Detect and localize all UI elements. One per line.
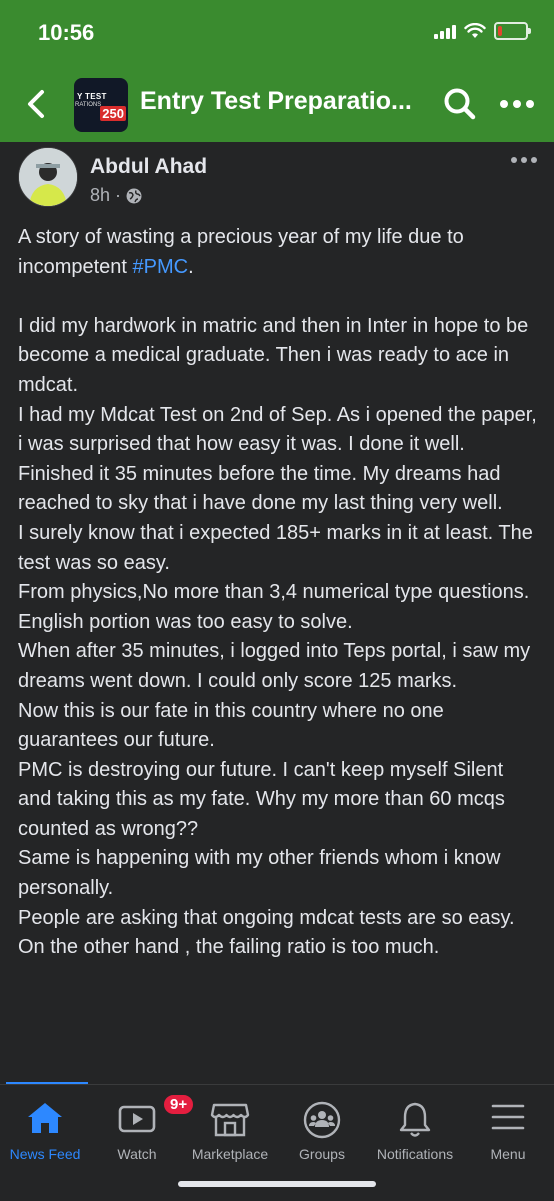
tab-notifications[interactable]: Notifications [368, 1085, 462, 1171]
tab-label: Notifications [376, 1146, 454, 1162]
tab-marketplace[interactable]: Marketplace [184, 1085, 276, 1171]
home-icon [28, 1103, 62, 1133]
tab-label: Watch [117, 1146, 157, 1162]
group-navbar: Y TEST RATIONS 250 Entry Test Preparatio… [0, 70, 554, 136]
marketplace-icon [210, 1103, 250, 1137]
meta-separator: · [115, 185, 122, 205]
signal-icon [434, 23, 456, 39]
post-body: A story of wasting a precious year of my… [18, 223, 540, 963]
post-meta: 8h · [90, 185, 142, 206]
tab-label: News Feed [9, 1146, 81, 1162]
status-icons [434, 22, 531, 40]
thumb-subtext: RATIONS [75, 102, 102, 108]
group-title[interactable]: Entry Test Preparatio... [140, 87, 412, 116]
tab-label: Marketplace [191, 1146, 269, 1162]
hashtag-link[interactable]: #PMC [133, 256, 189, 278]
post-paragraph: English portion was too easy to solve. [18, 610, 353, 633]
post-options-icon[interactable] [510, 154, 538, 166]
bell-icon [399, 1102, 431, 1137]
post-paragraph: From physics,No more than 3,4 numerical … [18, 581, 530, 604]
tab-groups[interactable]: Groups [278, 1085, 366, 1171]
tab-watch[interactable]: 9+ Watch [92, 1085, 196, 1171]
paragraph-text: . [188, 255, 194, 278]
search-icon[interactable] [440, 84, 480, 124]
post-author[interactable]: Abdul Ahad [90, 155, 207, 179]
status-time: 10:56 [38, 20, 95, 45]
thumb-number: 250 [100, 106, 126, 121]
thumb-text: Y TEST [77, 92, 107, 101]
watch-icon [118, 1105, 156, 1133]
post-paragraph: Now this is our fate in this country whe… [18, 699, 444, 752]
post-paragraph: People are asking that ongoing mdcat tes… [18, 906, 515, 959]
more-options-icon[interactable] [498, 92, 536, 116]
home-indicator[interactable] [178, 1181, 376, 1187]
paragraph-text: A story of wasting a precious year of my… [18, 226, 464, 278]
tab-news-feed[interactable]: News Feed [0, 1085, 90, 1171]
groups-icon [303, 1101, 341, 1139]
group-thumbnail[interactable]: Y TEST RATIONS 250 [74, 78, 128, 132]
avatar[interactable] [18, 147, 78, 207]
post-time[interactable]: 8h [90, 185, 110, 206]
tab-label: Menu [490, 1146, 526, 1162]
globe-icon [126, 188, 142, 203]
tab-label: Groups [299, 1146, 345, 1162]
post-paragraph: A story of wasting a precious year of my… [18, 223, 540, 282]
post-paragraph: I surely know that i expected 185+ marks… [18, 521, 533, 574]
post-paragraph: Same is happening with my other friends … [18, 847, 501, 900]
post-paragraph: When after 35 minutes, i logged into Tep… [18, 640, 531, 692]
post-card: Abdul Ahad 8h · A story of wasting a pre… [0, 142, 554, 1084]
post-paragraph: I did my hardwork in matric and then in … [18, 314, 529, 396]
app-header: 10:56 Y TEST RATIONS 250 Entry Test Prep… [0, 0, 554, 142]
post-paragraph: I had my Mdcat Test on 2nd of Sep. As i … [18, 403, 537, 515]
battery-icon [494, 22, 531, 40]
menu-icon [491, 1104, 525, 1130]
post-paragraph: PMC is destroying our future. I can't ke… [18, 758, 505, 840]
wifi-icon [464, 23, 486, 38]
back-icon[interactable] [20, 84, 52, 124]
tab-menu[interactable]: Menu [464, 1085, 552, 1171]
